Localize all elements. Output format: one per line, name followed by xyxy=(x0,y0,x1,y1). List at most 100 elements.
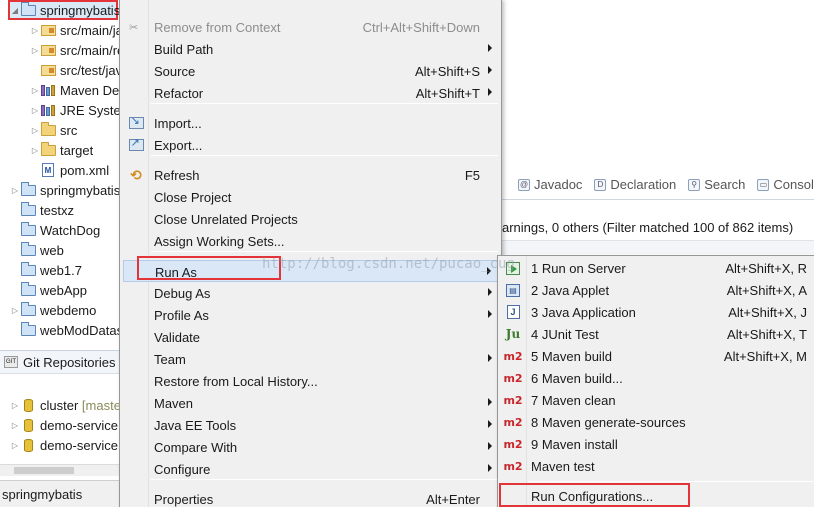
no-arrow xyxy=(10,245,20,255)
tree-item[interactable]: ▷ webdemo xyxy=(0,300,120,320)
collapsed-arrow-icon[interactable]: ▷ xyxy=(30,125,40,135)
tree-item[interactable]: WatchDog xyxy=(0,220,120,240)
scrollbar-thumb[interactable] xyxy=(14,467,74,474)
menu-item-configure[interactable]: Configure xyxy=(123,458,498,480)
submenu-item-3-java-application[interactable]: J 3 Java Application Alt+Shift+X, J xyxy=(501,301,813,323)
tree-item-label: web1.7 xyxy=(40,262,82,278)
git-repo-label: demo-service xyxy=(40,417,119,433)
submenu-item-7-maven-clean[interactable]: m2 7 Maven clean xyxy=(501,389,813,411)
menu-item-build-path[interactable]: Build Path xyxy=(123,38,498,60)
maven-m2-icon: m2 xyxy=(503,393,523,407)
tree-item[interactable]: src/test/java xyxy=(0,60,120,80)
tab-declaration[interactable]: D Declaration xyxy=(594,177,676,192)
problems-filter-status: arnings, 0 others (Filter matched 100 of… xyxy=(502,219,794,235)
menu-item-compare-with[interactable]: Compare With xyxy=(123,436,498,458)
menu-item-shortcut: Ctrl+Alt+Shift+Down xyxy=(362,20,480,35)
collapsed-arrow-icon[interactable]: ▷ xyxy=(10,305,20,315)
menu-item-close-project[interactable]: Close Project xyxy=(123,186,498,208)
submenu-item-1-run-on-server[interactable]: 1 Run on Server Alt+Shift+X, R xyxy=(501,257,813,279)
menu-item-profile-as[interactable]: Profile As xyxy=(123,304,498,326)
submenu-arrow-icon xyxy=(488,310,492,318)
menu-item-restore-from-local-history[interactable]: Restore from Local History... xyxy=(123,370,498,392)
collapsed-arrow-icon[interactable]: ▷ xyxy=(30,45,40,55)
git-repo-item[interactable]: ▷ demo-service xyxy=(0,415,120,435)
menu-item-debug-as[interactable]: Debug As xyxy=(123,282,498,304)
view-tab-bar: @Javadoc DDeclaration ⚲Search ▭Console xyxy=(502,170,814,200)
menu-item-shortcut: Alt+Enter xyxy=(426,492,480,507)
menu-item-import[interactable]: Import... xyxy=(123,112,498,134)
menu-item-source[interactable]: Source Alt+Shift+S xyxy=(123,60,498,82)
tree-item[interactable]: webModDatas xyxy=(0,320,120,340)
git-repo-item[interactable]: ▷ cluster [master] xyxy=(0,395,120,415)
run-on-server-icon xyxy=(504,260,522,276)
collapsed-arrow-icon[interactable]: ▷ xyxy=(10,185,20,195)
submenu-item-label: 1 Run on Server xyxy=(531,261,626,276)
tab-javadoc[interactable]: @ Javadoc xyxy=(518,177,582,192)
tree-item[interactable]: ▷ springmybatis xyxy=(0,180,120,200)
tree-item[interactable]: webApp xyxy=(0,280,120,300)
menu-item-refresh[interactable]: ⟲ Refresh F5 xyxy=(123,164,498,186)
menu-item-label: Maven xyxy=(154,396,194,411)
java-applet-icon: ▤ xyxy=(504,282,522,298)
tree-item[interactable]: ▷ Maven Dependencies xyxy=(0,80,120,100)
tree-item[interactable]: testxz xyxy=(0,200,120,220)
submenu-item-4-junit-test[interactable]: Ju 4 JUnit Test Alt+Shift+X, T xyxy=(501,323,813,345)
tree-item[interactable]: Mpom.xml xyxy=(0,160,120,180)
menu-item-label: Profile As xyxy=(154,308,209,323)
git-repo-item[interactable]: ▷ demo-service xyxy=(0,435,120,455)
tree-item[interactable]: ▷ JRE System Library xyxy=(0,100,120,120)
submenu-item-maven-test[interactable]: m2 Maven test xyxy=(501,455,813,477)
tree-item[interactable]: web1.7 xyxy=(0,260,120,280)
tree-item[interactable]: web xyxy=(0,240,120,260)
collapsed-arrow-icon[interactable]: ▷ xyxy=(10,440,20,450)
git-icon: GIT xyxy=(4,356,18,368)
tab-console[interactable]: ▭Console xyxy=(757,177,814,192)
menu-item-java-ee-tools[interactable]: Java EE Tools xyxy=(123,414,498,436)
project-icon xyxy=(20,281,36,297)
tree-item[interactable]: ◢ springmybatis xyxy=(0,0,120,20)
tree-item[interactable]: ▷ target xyxy=(0,140,120,160)
menu-item-label: Close Project xyxy=(154,190,232,205)
tree-item[interactable]: ▷ src/main/resources xyxy=(0,40,120,60)
submenu-arrow-icon xyxy=(488,442,492,450)
tree-item[interactable]: ▷ src/main/java xyxy=(0,20,120,40)
menu-item-close-unrelated-projects[interactable]: Close Unrelated Projects xyxy=(123,208,498,230)
maven-m2-icon: m2 xyxy=(503,459,523,473)
collapsed-arrow-icon[interactable]: ▷ xyxy=(30,105,40,115)
submenu-item-5-maven-build[interactable]: m2 5 Maven build Alt+Shift+X, M xyxy=(501,345,813,367)
menu-item-refactor[interactable]: Refactor Alt+Shift+T xyxy=(123,82,498,104)
menu-item-team[interactable]: Team xyxy=(123,348,498,370)
horizontal-scrollbar[interactable] xyxy=(0,464,120,476)
collapsed-arrow-icon[interactable]: ▷ xyxy=(30,85,40,95)
submenu-item-8-maven-generate-sources[interactable]: m2 8 Maven generate-sources xyxy=(501,411,813,433)
tree-item-label: springmybatis xyxy=(40,182,120,198)
git-repositories-header[interactable]: GIT Git Repositories xyxy=(0,350,120,374)
menu-item-properties[interactable]: Properties Alt+Enter xyxy=(123,488,498,507)
expanded-arrow-icon[interactable]: ◢ xyxy=(10,5,20,15)
collapsed-arrow-icon[interactable]: ▷ xyxy=(10,400,20,410)
tree-item-label: src/main/resources xyxy=(60,42,120,58)
menu-item-validate[interactable]: Validate xyxy=(123,326,498,348)
menu-item-label: Compare With xyxy=(154,440,238,455)
menu-item-maven[interactable]: Maven xyxy=(123,392,498,414)
git-repositories-list: ▷ cluster [master] ▷ demo-service ▷ demo-ser… xyxy=(0,395,120,465)
library-icon xyxy=(40,103,56,117)
menu-item-label: Configure xyxy=(154,462,211,477)
submenu-item-6-maven-build[interactable]: m2 6 Maven build... xyxy=(501,367,813,389)
tree-item-label: webApp xyxy=(40,282,87,298)
tab-search[interactable]: ⚲ Search xyxy=(688,177,745,192)
menu-item-label: Assign Working Sets... xyxy=(154,234,285,249)
tree-item[interactable]: ▷ src xyxy=(0,120,120,140)
submenu-arrow-icon xyxy=(488,66,492,74)
tree-item-label: web xyxy=(40,242,64,258)
project-icon xyxy=(20,201,36,217)
menu-item-export[interactable]: Export... xyxy=(123,134,498,156)
collapsed-arrow-icon[interactable]: ▷ xyxy=(30,145,40,155)
menu-item-assign-working-sets[interactable]: Assign Working Sets... xyxy=(123,230,498,252)
maven-m2-icon: m2 xyxy=(503,437,523,451)
submenu-item-2-java-applet[interactable]: ▤ 2 Java Applet Alt+Shift+X, A xyxy=(501,279,813,301)
collapsed-arrow-icon[interactable]: ▷ xyxy=(10,420,20,430)
collapsed-arrow-icon[interactable]: ▷ xyxy=(30,25,40,35)
submenu-item-9-maven-install[interactable]: m2 9 Maven install xyxy=(501,433,813,455)
menu-separator xyxy=(151,479,498,480)
